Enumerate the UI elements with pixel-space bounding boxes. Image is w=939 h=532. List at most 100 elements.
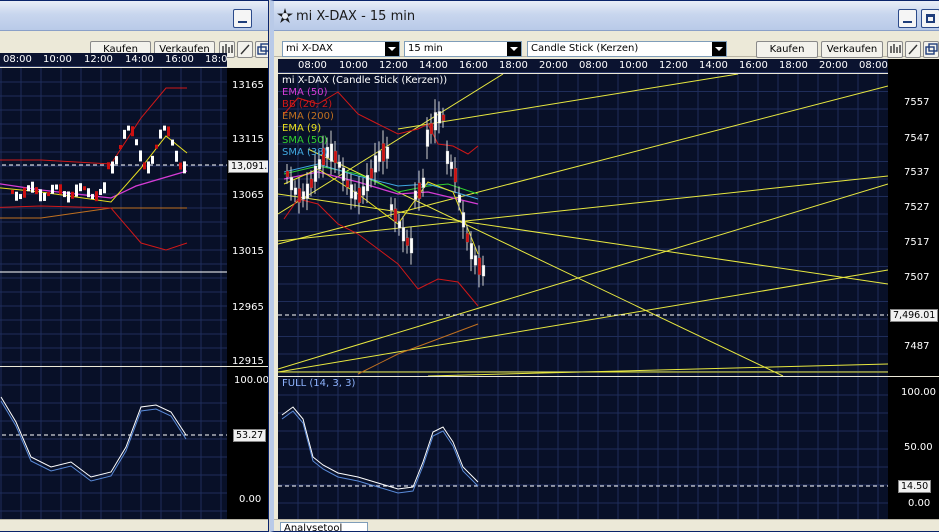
sell-button[interactable]: Verkaufen: [821, 41, 883, 58]
candle-body: [401, 227, 406, 242]
candle-body: [473, 255, 478, 266]
draw-line-button[interactable]: [905, 41, 921, 58]
time-label-12: 18:00: [779, 60, 808, 71]
candle-body: [353, 191, 358, 200]
time-label-2: 12:00: [379, 60, 408, 71]
left-osc-value-box: 53.27: [233, 429, 267, 442]
left-candle-body: [39, 189, 42, 202]
main-oscillator-plot: [278, 377, 888, 519]
instrument-value: mi X-DAX: [286, 43, 333, 54]
left-candle-body: [107, 162, 110, 170]
candle-body: [369, 168, 374, 179]
chart-bars-icon: [890, 44, 901, 53]
price-tick-7517: 7517: [904, 237, 930, 248]
left-price-tick-2: 13065: [232, 190, 264, 201]
chevron-down-icon[interactable]: [712, 42, 726, 56]
left-candle-body: [79, 183, 82, 192]
buy-button[interactable]: Kaufen: [756, 41, 818, 58]
candle-body: [337, 161, 342, 168]
left-ema-200-line: [0, 207, 187, 219]
left-candle-body: [147, 161, 150, 174]
candle-body: [393, 208, 398, 222]
candle-body: [405, 237, 410, 246]
legend-bb-20-2: BB (20, 2): [282, 99, 333, 110]
left-price-tick-4: 12965: [232, 302, 264, 313]
chart-bars-button[interactable]: [887, 41, 903, 58]
left-time-label-4: 16:00: [165, 54, 194, 65]
interval-select[interactable]: 15 min: [404, 41, 522, 57]
trend-line: [278, 183, 888, 370]
candle-body: [453, 167, 458, 183]
left-candle-body: [23, 187, 26, 198]
time-label-6: 20:00: [539, 60, 568, 71]
osc-tick-50: 50.00: [904, 442, 933, 453]
legend-ema-9: EMA (9): [282, 123, 322, 134]
minimize-button[interactable]: [898, 9, 917, 28]
price-tick-7537: 7537: [904, 167, 930, 178]
maximize-button[interactable]: [921, 9, 939, 28]
analysis-tool-select[interactable]: Analysetool: [280, 522, 368, 531]
instrument-select[interactable]: mi X-DAX: [282, 41, 400, 57]
left-candle-body: [111, 161, 114, 174]
candle-body: [389, 204, 394, 211]
left-osc-tick-0: 0.00: [239, 494, 262, 505]
main-price-chart[interactable]: mi X-DAX (Candle Stick (Kerzen)) EMA (50…: [278, 74, 888, 376]
candle-body: [445, 150, 450, 165]
left-candle-body: [151, 155, 154, 164]
candle-body: [365, 174, 370, 192]
main-oscillator-chart[interactable]: FULL (14, 3, 3): [278, 377, 888, 519]
candle-body: [409, 237, 414, 254]
left-osc-tick-100: 100.00: [234, 375, 269, 386]
candle-body: [381, 143, 386, 162]
main-price-plot: [278, 74, 888, 376]
chart-type-select[interactable]: Candle Stick (Kerzen): [527, 41, 727, 57]
left-candle-body: [59, 184, 62, 195]
time-label-1: 10:00: [339, 60, 368, 71]
left-draw-line-button[interactable]: [237, 41, 253, 58]
main-time-axis: 08:00 10:00 12:00 14:00 16:00 18:00 20:0…: [278, 59, 888, 73]
candle-body: [477, 257, 482, 276]
price-tick-7507: 7507: [904, 272, 930, 283]
osc-tick-0: 0.00: [908, 498, 931, 509]
candle-body: [397, 221, 402, 229]
left-candle-body: [55, 184, 58, 190]
left-minimize-button[interactable]: [233, 9, 252, 28]
chevron-down-icon[interactable]: [507, 42, 521, 56]
candle-body: [433, 112, 438, 131]
candle-body: [425, 129, 430, 147]
window-restore-icon: [925, 43, 938, 55]
price-tick-7557: 7557: [904, 97, 930, 108]
left-oscillator-chart[interactable]: [0, 367, 227, 519]
time-label-8: 10:00: [619, 60, 648, 71]
oscillator-label: FULL (14, 3, 3): [282, 378, 356, 389]
left-candle-body: [87, 188, 90, 198]
chevron-down-icon[interactable]: [385, 42, 399, 56]
left-window-titlebar[interactable]: [0, 1, 268, 31]
maximize-icon: [926, 14, 935, 23]
left-candle-body: [71, 191, 74, 199]
left-scrollbar[interactable]: [0, 519, 268, 531]
main-window-titlebar[interactable]: mi X-DAX - 15 min: [274, 1, 939, 31]
trend-line: [278, 193, 888, 285]
legend-ema-200: EMA (200): [282, 111, 334, 122]
left-price-axis: 13165 13115 13065 13015 12965 12915 13,0…: [227, 68, 268, 367]
candle-body: [413, 190, 418, 200]
left-chart-window[interactable]: Kaufen Verkaufen 08:00 10:00 12:00 14:00…: [0, 0, 269, 532]
left-candle-body: [167, 126, 170, 137]
left-bb-lower: [0, 205, 188, 251]
left-candle-body: [179, 162, 182, 170]
window-restore-button[interactable]: [923, 41, 939, 58]
left-window-restore-button[interactable]: [255, 41, 268, 58]
main-chart-window[interactable]: mi X-DAX - 15 min mi X-DAX 15 min Candle…: [270, 0, 939, 532]
left-stochastic-line: [0, 396, 187, 478]
left-price-chart[interactable]: [0, 68, 227, 366]
left-price-tick-5: 12915: [232, 356, 264, 367]
candle-body: [345, 180, 350, 188]
left-time-label-2: 12:00: [84, 54, 113, 65]
left-candle-body: [91, 194, 94, 200]
minimize-icon: [903, 21, 912, 23]
candle-body: [457, 194, 462, 203]
left-time-axis: 08:00 10:00 12:00 14:00 16:00 18:0: [0, 53, 227, 67]
left-candle-body: [127, 125, 130, 131]
left-price-plot: [0, 68, 227, 366]
